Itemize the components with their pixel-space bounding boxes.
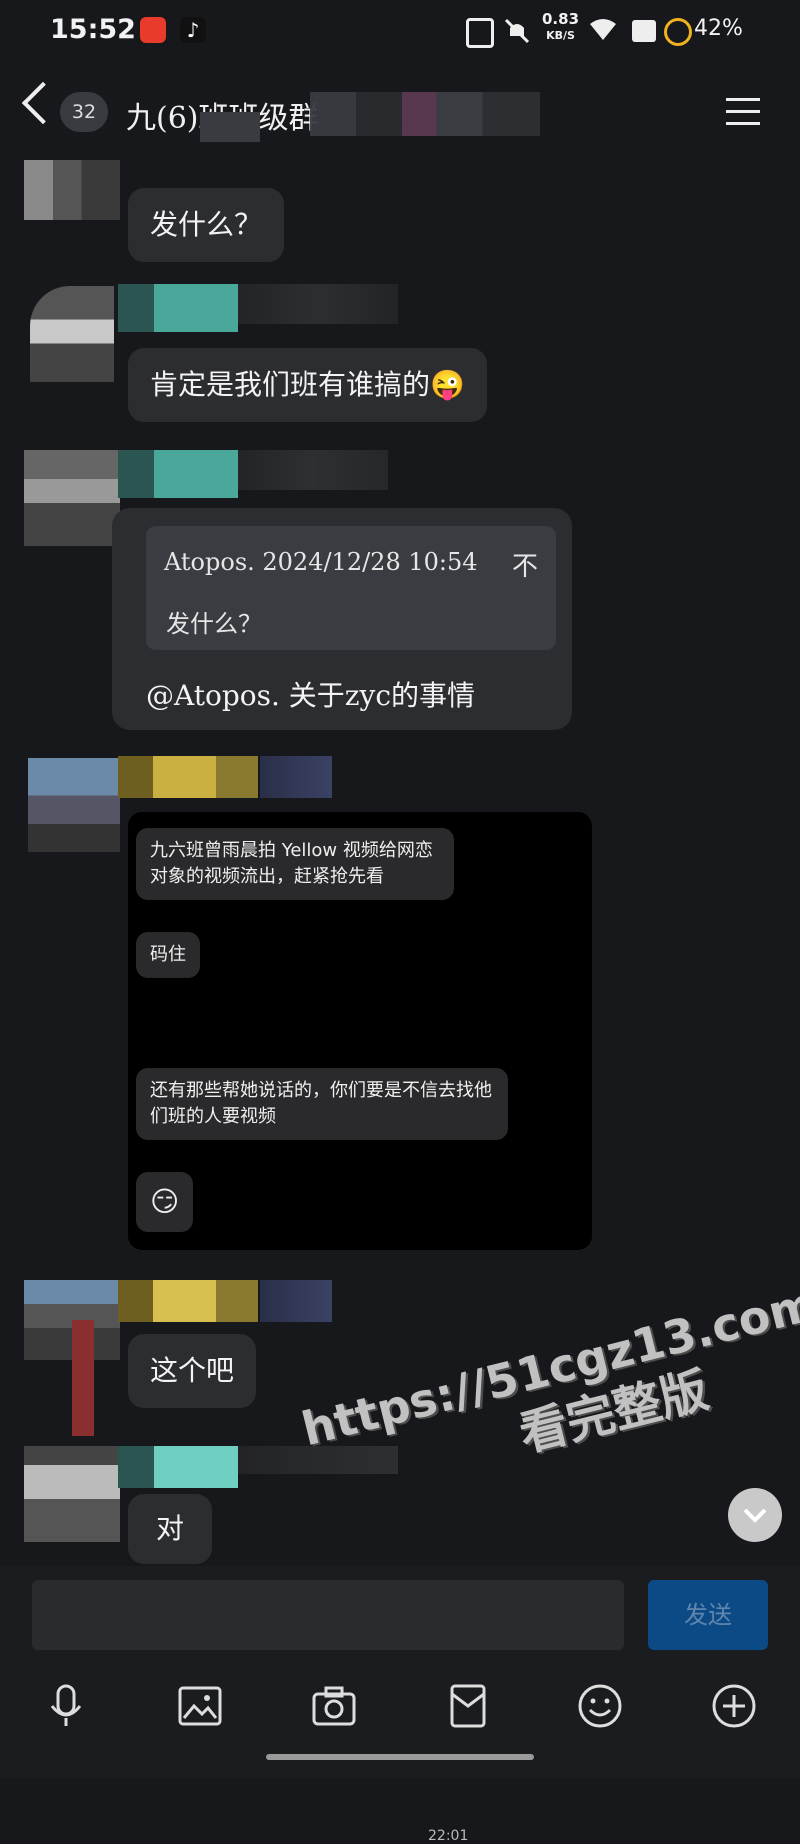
scroll-down-button[interactable] bbox=[728, 1488, 782, 1542]
message-bubble[interactable]: 肯定是我们班有谁搞的😜 bbox=[128, 348, 487, 422]
network-speed-unit: KB/S bbox=[546, 29, 575, 42]
mute-icon bbox=[504, 18, 530, 44]
message-input[interactable] bbox=[32, 1580, 624, 1650]
censor-mosaic bbox=[260, 756, 332, 798]
image-message-4: 😏 bbox=[136, 1172, 194, 1232]
avatar bbox=[24, 1446, 120, 1542]
menu-icon[interactable] bbox=[726, 98, 760, 128]
home-indicator[interactable] bbox=[266, 1754, 534, 1760]
screenshot-image[interactable]: 九六班曾雨晨拍 Yellow 视频给网恋对象的视频流出，赶紧抢先看 码住 22:… bbox=[128, 812, 592, 1844]
avatar bbox=[28, 758, 120, 852]
image-message-3: 还有那些帮她说话的，你们要是不信去找他们班的人要视频 bbox=[136, 1068, 508, 1140]
message-bubble[interactable]: 对 bbox=[128, 1494, 213, 1564]
chevron-down-icon bbox=[743, 1508, 767, 1523]
wifi-icon bbox=[590, 19, 616, 40]
plus-icon[interactable] bbox=[710, 1682, 758, 1730]
nfc-icon bbox=[466, 18, 494, 48]
status-bar: 15:52 ♪ 0.83 KB/S 42% bbox=[0, 0, 800, 62]
unread-badge[interactable]: 32 bbox=[60, 92, 108, 132]
avatar bbox=[30, 286, 114, 382]
avatar bbox=[24, 160, 120, 220]
emoji: 😜 bbox=[430, 368, 465, 401]
censor-mosaic bbox=[238, 284, 398, 324]
watermark: https://51cgz13.com 看完整版 bbox=[296, 1276, 800, 1514]
sim-icon bbox=[632, 20, 656, 42]
quote-text: 发什么？ bbox=[166, 610, 262, 638]
sender-name bbox=[118, 450, 238, 498]
network-speed-value: 0.83 bbox=[542, 10, 580, 28]
battery-saver-icon bbox=[664, 18, 692, 46]
image-icon[interactable] bbox=[176, 1682, 224, 1730]
image-message-1: 九六班曾雨晨拍 Yellow 视频给网恋对象的视频流出，赶紧抢先看 bbox=[136, 828, 454, 900]
red-packet-icon[interactable] bbox=[444, 1682, 492, 1730]
quote-close-label: 不 bbox=[512, 552, 539, 582]
censor-mosaic bbox=[72, 1320, 94, 1436]
censor-mosaic bbox=[200, 112, 260, 142]
message-bubble[interactable]: 发什么？ bbox=[128, 188, 285, 262]
network-speed: 0.83 KB/S bbox=[542, 12, 579, 43]
image-message-2: 码住 bbox=[136, 932, 200, 978]
status-time: 15:52 bbox=[50, 14, 136, 45]
censor-mosaic bbox=[238, 450, 388, 490]
battery-level: 42% bbox=[694, 16, 743, 41]
sender-name bbox=[118, 284, 238, 332]
mic-icon[interactable] bbox=[42, 1682, 90, 1730]
camera-icon[interactable] bbox=[310, 1682, 358, 1730]
send-button[interactable]: 发送 bbox=[648, 1580, 768, 1650]
sender-name bbox=[118, 1280, 258, 1322]
censor-mosaic bbox=[260, 1280, 332, 1322]
avatar bbox=[24, 450, 120, 546]
image-timestamp: 22:01 bbox=[428, 1828, 469, 1844]
app-notification-icon bbox=[140, 17, 166, 43]
sender-name bbox=[118, 1446, 238, 1488]
quote-author: Atopos. 2024/12/28 10:54 bbox=[164, 548, 478, 576]
message-bubble[interactable]: 这个吧 bbox=[128, 1334, 257, 1408]
tiktok-icon: ♪ bbox=[180, 17, 206, 43]
message-text: 肯定是我们班有谁搞的 bbox=[150, 368, 431, 401]
censor-mosaic bbox=[310, 92, 540, 136]
sender-name bbox=[118, 756, 258, 798]
emoji-icon[interactable] bbox=[576, 1682, 624, 1730]
reply-text: @Atopos. 关于zyc的事情 bbox=[146, 679, 476, 712]
